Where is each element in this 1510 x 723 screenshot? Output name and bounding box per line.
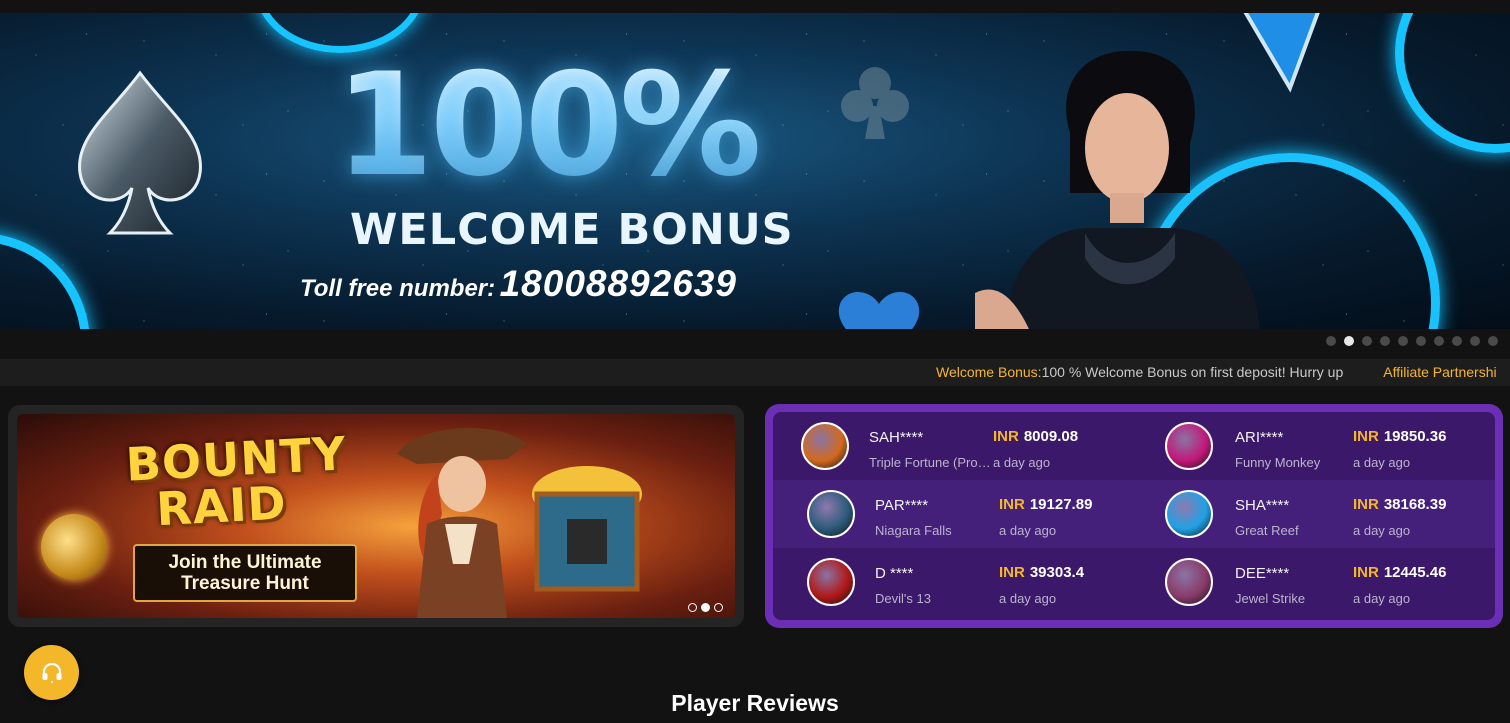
bounty-raid-banner[interactable]: BOUNTY RAID Join the Ultimate Treasure H… <box>17 414 735 618</box>
hero-slide-dot[interactable] <box>1488 336 1498 346</box>
hero-headline: 100% <box>335 43 762 208</box>
winner-game-name[interactable]: Devil's 13 <box>875 591 997 606</box>
marquee-track: Welcome Bonus:100 % Welcome Bonus on fir… <box>936 359 1497 386</box>
amount-value: 19127.89 <box>1029 496 1093 513</box>
winner-row: SAH**** Triple Fortune (Prog... INR 8009.08… <box>773 412 1495 480</box>
hero-slide-dot[interactable] <box>1434 336 1444 346</box>
promo-tagline-line1: Join the Ultimate <box>168 552 322 573</box>
winner-amount: INR 19127.89 <box>999 496 1092 513</box>
amount-value: 12445.46 <box>1383 564 1447 581</box>
currency-code: INR <box>1353 496 1379 513</box>
promo-slide-dot[interactable] <box>714 603 723 612</box>
toll-free-number: 18008892639 <box>499 263 737 304</box>
winner-game-name[interactable]: Jewel Strike <box>1235 591 1357 606</box>
winner-name: D **** <box>875 565 914 582</box>
hero-slide-dot[interactable] <box>1470 336 1480 346</box>
winner-amount: INR 12445.46 <box>1353 564 1446 581</box>
promo-pagination <box>688 603 723 612</box>
promo-slide-dot[interactable] <box>701 603 710 612</box>
club-icon <box>841 67 909 139</box>
marquee-item-key: Affiliate Partnershi <box>1383 364 1497 380</box>
game-thumbnail[interactable] <box>1165 490 1213 538</box>
winner-name: PAR**** <box>875 497 929 514</box>
winner-time: a day ago <box>1353 591 1411 606</box>
spade-icon <box>78 70 202 235</box>
winner-amount: INR 38168.39 <box>1353 496 1446 513</box>
winner-game-name[interactable]: Funny Monkey <box>1235 455 1357 470</box>
hero-banner[interactable]: 100% WELCOME BONUS Toll free number: 180… <box>0 13 1510 329</box>
recent-winners-panel: SAH**** Triple Fortune (Prog... INR 8009.08… <box>765 404 1503 628</box>
winner-row: PAR**** Niagara Falls INR 19127.89 a day ago… <box>773 480 1495 548</box>
headset-icon <box>42 662 61 683</box>
amount-value: 38168.39 <box>1383 496 1447 513</box>
winner-time: a day ago <box>999 591 1057 606</box>
winner-game-name[interactable]: Triple Fortune (Prog... <box>869 455 991 470</box>
hero-slide-dot[interactable] <box>1362 336 1372 346</box>
game-thumbnail[interactable] <box>801 422 849 470</box>
winner-row: D **** Devil's 13 INR 39303.4 a day ago DEE**… <box>773 548 1495 616</box>
winner-game-name[interactable]: Great Reef <box>1235 523 1357 538</box>
winner-amount: INR 39303.4 <box>999 564 1084 581</box>
currency-code: INR <box>1353 564 1379 581</box>
winner-amount: INR 8009.08 <box>993 428 1078 445</box>
game-thumbnail[interactable] <box>807 490 855 538</box>
marquee-item-key: Welcome Bonus: <box>936 364 1042 380</box>
winner-time: a day ago <box>1353 523 1411 538</box>
game-thumbnail[interactable] <box>807 558 855 606</box>
currency-code: INR <box>1353 428 1379 445</box>
promo-slide-dot[interactable] <box>688 603 697 612</box>
marquee-item-value: 100 % Welcome Bonus on first deposit! Hu… <box>1041 364 1344 380</box>
winner-name: SHA**** <box>1235 497 1290 514</box>
winner-time: a day ago <box>1353 455 1411 470</box>
coin-icon <box>41 514 107 580</box>
hero-slide-dot[interactable] <box>1380 336 1390 346</box>
promo-title: BOUNTY RAID <box>125 426 350 537</box>
promo-tagline-line2: Treasure Hunt <box>181 573 309 594</box>
amount-value: 19850.36 <box>1383 428 1447 445</box>
treasure-chest-image <box>532 466 642 592</box>
amount-value: 39303.4 <box>1029 564 1085 581</box>
toll-free-line: Toll free number: 18008892639 <box>300 263 737 305</box>
currency-code: INR <box>999 564 1025 581</box>
game-thumbnail[interactable] <box>1165 558 1213 606</box>
winner-name: DEE**** <box>1235 565 1290 582</box>
currency-code: INR <box>993 428 1019 445</box>
hero-slide-dot[interactable] <box>1326 336 1336 346</box>
hero-pagination-bar <box>0 329 1510 359</box>
hero-slide-dot[interactable] <box>1344 336 1354 346</box>
promo-title-line2: RAID <box>154 475 288 537</box>
winner-time: a day ago <box>993 455 1051 470</box>
amount-value: 8009.08 <box>1023 428 1079 445</box>
player-reviews-heading: Player Reviews <box>671 690 839 716</box>
currency-code: INR <box>999 496 1025 513</box>
winner-amount: INR 19850.36 <box>1353 428 1446 445</box>
hero-pagination <box>1326 336 1498 346</box>
toll-free-label: Toll free number: <box>300 275 496 302</box>
recent-winners-list: SAH**** Triple Fortune (Prog... INR 8009.08… <box>773 412 1495 620</box>
promo-carousel[interactable]: BOUNTY RAID Join the Ultimate Treasure H… <box>8 405 744 627</box>
winner-time: a day ago <box>999 523 1057 538</box>
hero-subheadline: WELCOME BONUS <box>350 205 794 255</box>
hero-slide-dot[interactable] <box>1416 336 1426 346</box>
announcement-marquee: Welcome Bonus:100 % Welcome Bonus on fir… <box>0 359 1510 386</box>
winner-name: ARI**** <box>1235 429 1284 446</box>
hero-slide-dot[interactable] <box>1398 336 1408 346</box>
winner-game-name[interactable]: Niagara Falls <box>875 523 997 538</box>
promo-model-image <box>975 50 1260 329</box>
winner-name: SAH**** <box>869 429 924 446</box>
hero-slide-dot[interactable] <box>1452 336 1462 346</box>
promo-tagline: Join the Ultimate Treasure Hunt <box>133 544 357 602</box>
heart-icon <box>838 292 920 329</box>
game-thumbnail[interactable] <box>1165 422 1213 470</box>
